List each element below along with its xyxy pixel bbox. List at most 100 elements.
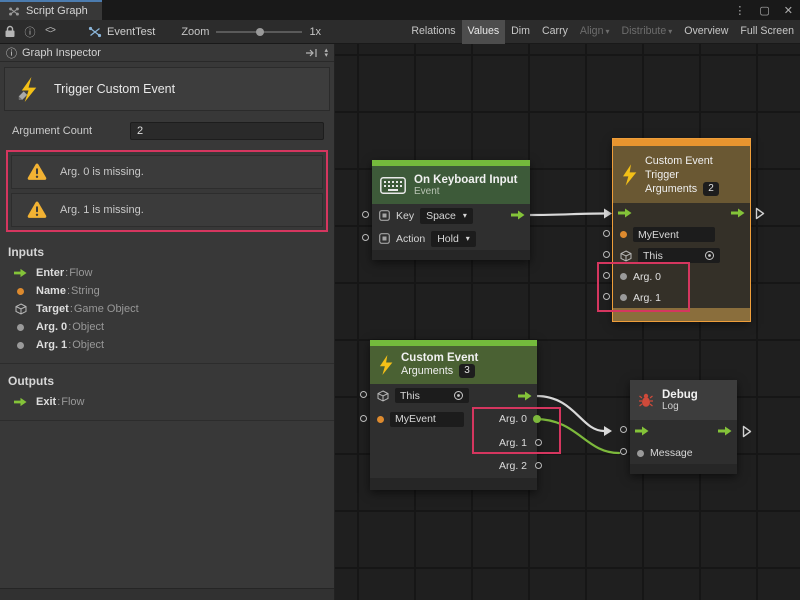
key-label: Key	[396, 210, 414, 222]
target-row: This	[370, 384, 537, 408]
graph-asset-icon	[88, 26, 102, 38]
node-header[interactable]: Custom Event Trigger Arguments2	[613, 146, 750, 203]
caret-down-icon: ▾	[466, 234, 470, 243]
arg2-label: Arg. 2	[499, 460, 527, 472]
target-picker-icon[interactable]	[453, 390, 464, 401]
script-graph-icon	[8, 6, 20, 17]
spinner-icon[interactable]: ▴▾	[324, 48, 328, 58]
input-port[interactable]	[603, 230, 610, 237]
input-port[interactable]	[362, 211, 369, 218]
flow-arrow-icon	[13, 268, 28, 278]
inspector-toggle-icon[interactable]: ⓘ	[20, 20, 40, 44]
maximize-icon[interactable]: ▢	[752, 4, 776, 17]
dim-button[interactable]: Dim	[505, 20, 536, 44]
lock-icon[interactable]	[0, 20, 20, 44]
flow-input-port[interactable]	[635, 426, 649, 436]
pin-arg1: Arg. 1:Object	[0, 336, 334, 354]
target-field[interactable]: This	[395, 388, 469, 403]
graph-canvas[interactable]: On Keyboard Input Event Key Space▾ Actio…	[335, 44, 800, 600]
caret-down-icon: ▾	[463, 211, 467, 220]
input-port[interactable]	[603, 272, 610, 279]
window-menu-icon[interactable]: ⋮	[727, 4, 752, 17]
values-button[interactable]: Values	[462, 20, 506, 44]
connections-layer	[335, 44, 800, 600]
action-label: Action	[396, 233, 425, 245]
overview-button[interactable]: Overview	[678, 20, 734, 44]
string-dot-icon	[620, 231, 627, 238]
input-port[interactable]	[362, 234, 369, 241]
zoom-slider-handle[interactable]	[256, 28, 264, 36]
target-field[interactable]: This	[638, 248, 720, 263]
distribute-button[interactable]: Distribute▾	[615, 20, 678, 44]
input-port[interactable]	[360, 415, 367, 422]
input-port[interactable]	[360, 391, 367, 398]
object-dot-icon	[13, 342, 28, 349]
warning-icon	[27, 163, 47, 181]
node-title-line: Custom Event	[645, 154, 719, 168]
pin-arg0: Arg. 0:Object	[0, 318, 334, 336]
node-footer	[372, 250, 530, 260]
action-dropdown[interactable]: Hold▾	[431, 231, 476, 247]
graph-inspector-header: ⓘ Graph Inspector ▴▾	[0, 44, 334, 62]
message-input-port[interactable]	[620, 448, 627, 455]
event-name-row: MyEvent	[613, 224, 750, 245]
node-title-line: Arguments	[645, 182, 697, 196]
connection-keyboard-to-trigger[interactable]	[530, 214, 604, 216]
zoom-slider[interactable]	[216, 31, 302, 33]
dock-icon[interactable]	[305, 48, 318, 58]
warning-arg1: Arg. 1 is missing.	[11, 193, 323, 227]
tab-script-graph[interactable]: Script Graph	[0, 0, 102, 20]
align-button[interactable]: Align▾	[574, 20, 616, 44]
pin-target: Target:Game Object	[0, 300, 334, 318]
string-dot-icon	[377, 416, 384, 423]
connection-arg0-to-message[interactable]	[535, 419, 619, 453]
arg2-output-port[interactable]	[535, 462, 542, 469]
node-header[interactable]: On Keyboard Input Event	[372, 166, 530, 204]
argument-count-input[interactable]: 2	[130, 122, 324, 140]
flow-output-port[interactable]	[518, 391, 532, 401]
node-subtitle: Log	[662, 401, 698, 412]
node-title-line: Arguments	[401, 364, 453, 378]
carry-button[interactable]: Carry	[536, 20, 574, 44]
unit-title: Trigger Custom Event	[54, 82, 175, 96]
flow-continue-triangle-icon	[755, 207, 765, 225]
keyboard-icon	[380, 177, 406, 194]
bug-icon	[638, 392, 654, 408]
flow-row	[613, 203, 750, 224]
code-view-icon[interactable]: <>	[40, 20, 60, 44]
input-port[interactable]	[603, 293, 610, 300]
key-dropdown[interactable]: Space▾	[420, 208, 473, 224]
target-picker-icon[interactable]	[704, 250, 715, 261]
connection-listener-to-debug[interactable]	[536, 396, 604, 431]
flow-output-port[interactable]	[718, 426, 732, 436]
flow-output-port[interactable]	[731, 208, 745, 218]
arg1-output-port[interactable]	[535, 439, 542, 446]
graph-asset[interactable]: EventTest	[88, 26, 155, 38]
node-header[interactable]: Custom Event Arguments3	[370, 346, 537, 384]
node-header[interactable]: Debug Log	[630, 380, 737, 420]
node-trigger-custom-event[interactable]: Custom Event Trigger Arguments2 MyEvent …	[613, 139, 750, 321]
input-port[interactable]	[603, 251, 610, 258]
warning-arg0: Arg. 0 is missing.	[11, 155, 323, 189]
input-port[interactable]	[620, 426, 627, 433]
node-footer	[630, 464, 737, 474]
full-screen-button[interactable]: Full Screen	[734, 20, 800, 44]
event-name-field[interactable]: MyEvent	[633, 227, 715, 242]
string-dot-icon	[13, 288, 28, 295]
node-on-keyboard-input[interactable]: On Keyboard Input Event Key Space▾ Actio…	[372, 160, 530, 260]
node-debug-log[interactable]: Debug Log Message	[630, 380, 737, 474]
argument-count-label: Argument Count	[12, 125, 92, 137]
flow-arrow-icon	[13, 397, 28, 407]
node-custom-event[interactable]: Custom Event Arguments3 This MyEvent Arg…	[370, 340, 537, 490]
flow-input-port[interactable]	[618, 208, 632, 218]
close-icon[interactable]: ✕	[777, 4, 800, 17]
tab-title: Script Graph	[26, 5, 88, 17]
warnings-highlight-box: Arg. 0 is missing. Arg. 1 is missing.	[6, 150, 328, 232]
relations-button[interactable]: Relations	[405, 20, 461, 44]
event-name-field[interactable]: MyEvent	[390, 412, 464, 427]
unity-script-graph-window: Script Graph ⋮ ▢ ✕ ⓘ <> EventTest Zoom 1…	[0, 0, 800, 600]
flow-output-port[interactable]	[511, 210, 525, 220]
pin-enter: Enter:Flow	[0, 264, 334, 282]
arg0-output-port[interactable]	[533, 415, 541, 423]
inputs-header: Inputs	[0, 235, 334, 264]
